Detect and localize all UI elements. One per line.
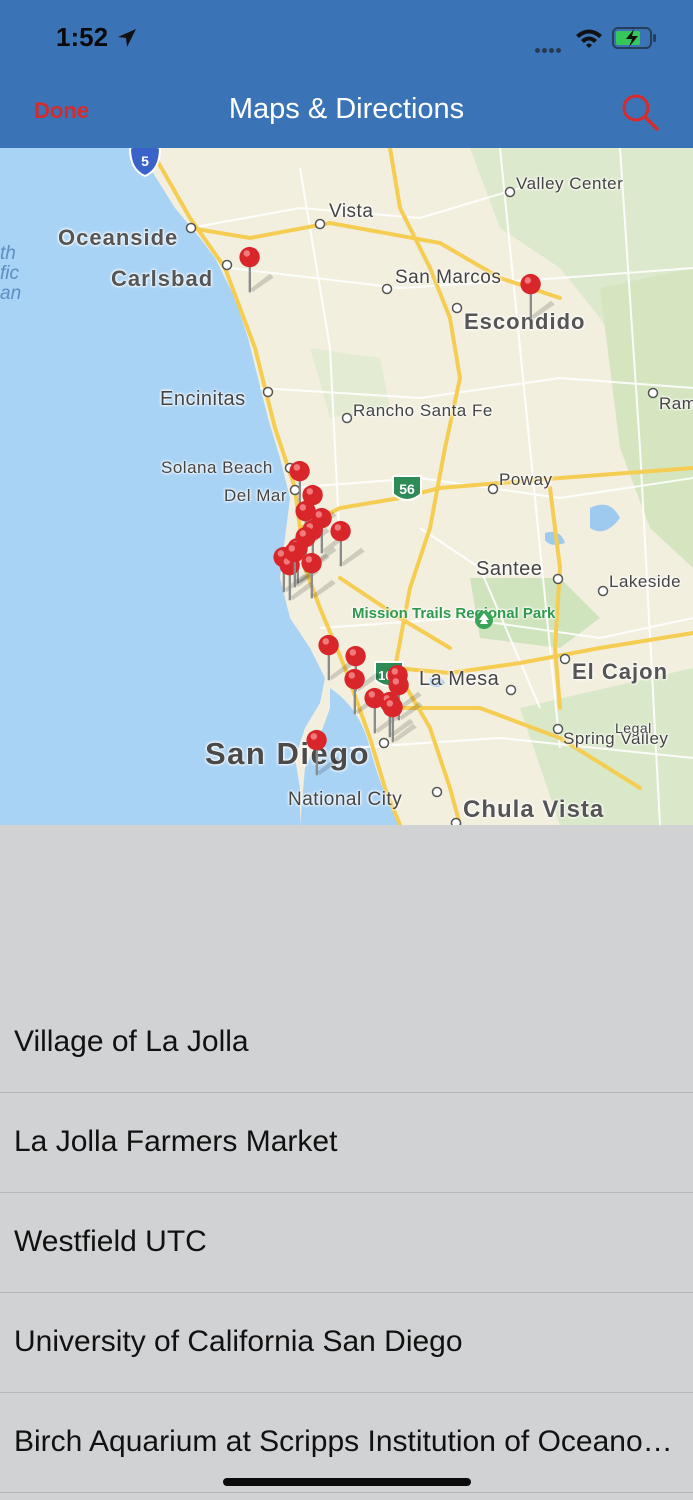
shield-label: 5 bbox=[141, 153, 149, 169]
park-label: Mission Trails Regional Park bbox=[352, 605, 556, 622]
place-label: San Marcos bbox=[395, 267, 502, 288]
battery-charging-icon bbox=[612, 27, 656, 49]
map-pin-icon[interactable] bbox=[380, 696, 420, 746]
location-list: Village of La Jolla La Jolla Farmers Mar… bbox=[0, 825, 693, 1500]
place-label: El Cajon bbox=[572, 659, 669, 684]
status-time: 1:52 bbox=[56, 22, 109, 52]
place-label: Rancho Santa Fe bbox=[353, 401, 493, 420]
place-label: Ram bbox=[659, 394, 693, 413]
state-route-shield-icon: 56 bbox=[392, 475, 422, 501]
place-label: Chula Vista bbox=[463, 796, 605, 823]
map-pin-icon[interactable] bbox=[304, 729, 344, 779]
list-item-label: La Jolla Farmers Market bbox=[14, 1125, 338, 1158]
cellular-signal-icon bbox=[535, 40, 567, 53]
place-label: Solana Beach bbox=[161, 458, 273, 477]
place-label: Oceanside bbox=[58, 225, 179, 250]
place-label: San Diego bbox=[205, 736, 371, 771]
list-item-label: Birch Aquarium at Scripps Institution of… bbox=[14, 1425, 674, 1458]
list-item[interactable]: Westfield UTC bbox=[0, 1193, 693, 1293]
location-arrow-icon bbox=[118, 29, 136, 47]
place-label: La Mesa bbox=[419, 668, 500, 690]
map-view[interactable]: 5 56 163 th fic an Oceanside Vista Valle… bbox=[0, 148, 693, 825]
place-label: Poway bbox=[499, 470, 553, 489]
map-pin-icon[interactable] bbox=[237, 246, 277, 296]
place-label: Legal bbox=[615, 720, 652, 736]
list-item-label: Village of La Jolla bbox=[14, 1025, 249, 1058]
place-label: Del Mar bbox=[224, 486, 288, 505]
place-label: National City bbox=[288, 789, 403, 810]
place-label: Carlsbad bbox=[111, 266, 214, 291]
page-title: Maps & Directions bbox=[228, 93, 465, 125]
place-label: Encinitas bbox=[160, 388, 246, 410]
map-pin-icon[interactable] bbox=[299, 552, 339, 602]
list-item[interactable]: Village of La Jolla bbox=[0, 993, 693, 1093]
list-item-label: University of California San Diego bbox=[14, 1325, 463, 1358]
ocean-label: th fic an bbox=[0, 243, 22, 304]
place-label: Santee bbox=[476, 558, 543, 580]
park-icon bbox=[475, 611, 493, 629]
interstate-shield-icon: 5 bbox=[128, 148, 162, 178]
list-item[interactable]: University of California San Diego bbox=[0, 1293, 693, 1393]
list-item-label: Westfield UTC bbox=[14, 1225, 207, 1258]
wifi-icon bbox=[576, 29, 602, 48]
list-item[interactable]: La Jolla Farmers Market bbox=[0, 1093, 693, 1193]
search-icon[interactable] bbox=[620, 92, 660, 132]
shield-label: 56 bbox=[399, 481, 415, 497]
place-label: Lakeside bbox=[609, 572, 682, 591]
place-label: Vista bbox=[329, 201, 374, 222]
status-bar: 1:52 bbox=[0, 0, 693, 78]
home-indicator bbox=[223, 1478, 471, 1486]
map-pin-icon[interactable] bbox=[518, 273, 558, 323]
place-label: Valley Center bbox=[516, 174, 624, 193]
navigation-bar: Done Maps & Directions bbox=[0, 78, 693, 149]
